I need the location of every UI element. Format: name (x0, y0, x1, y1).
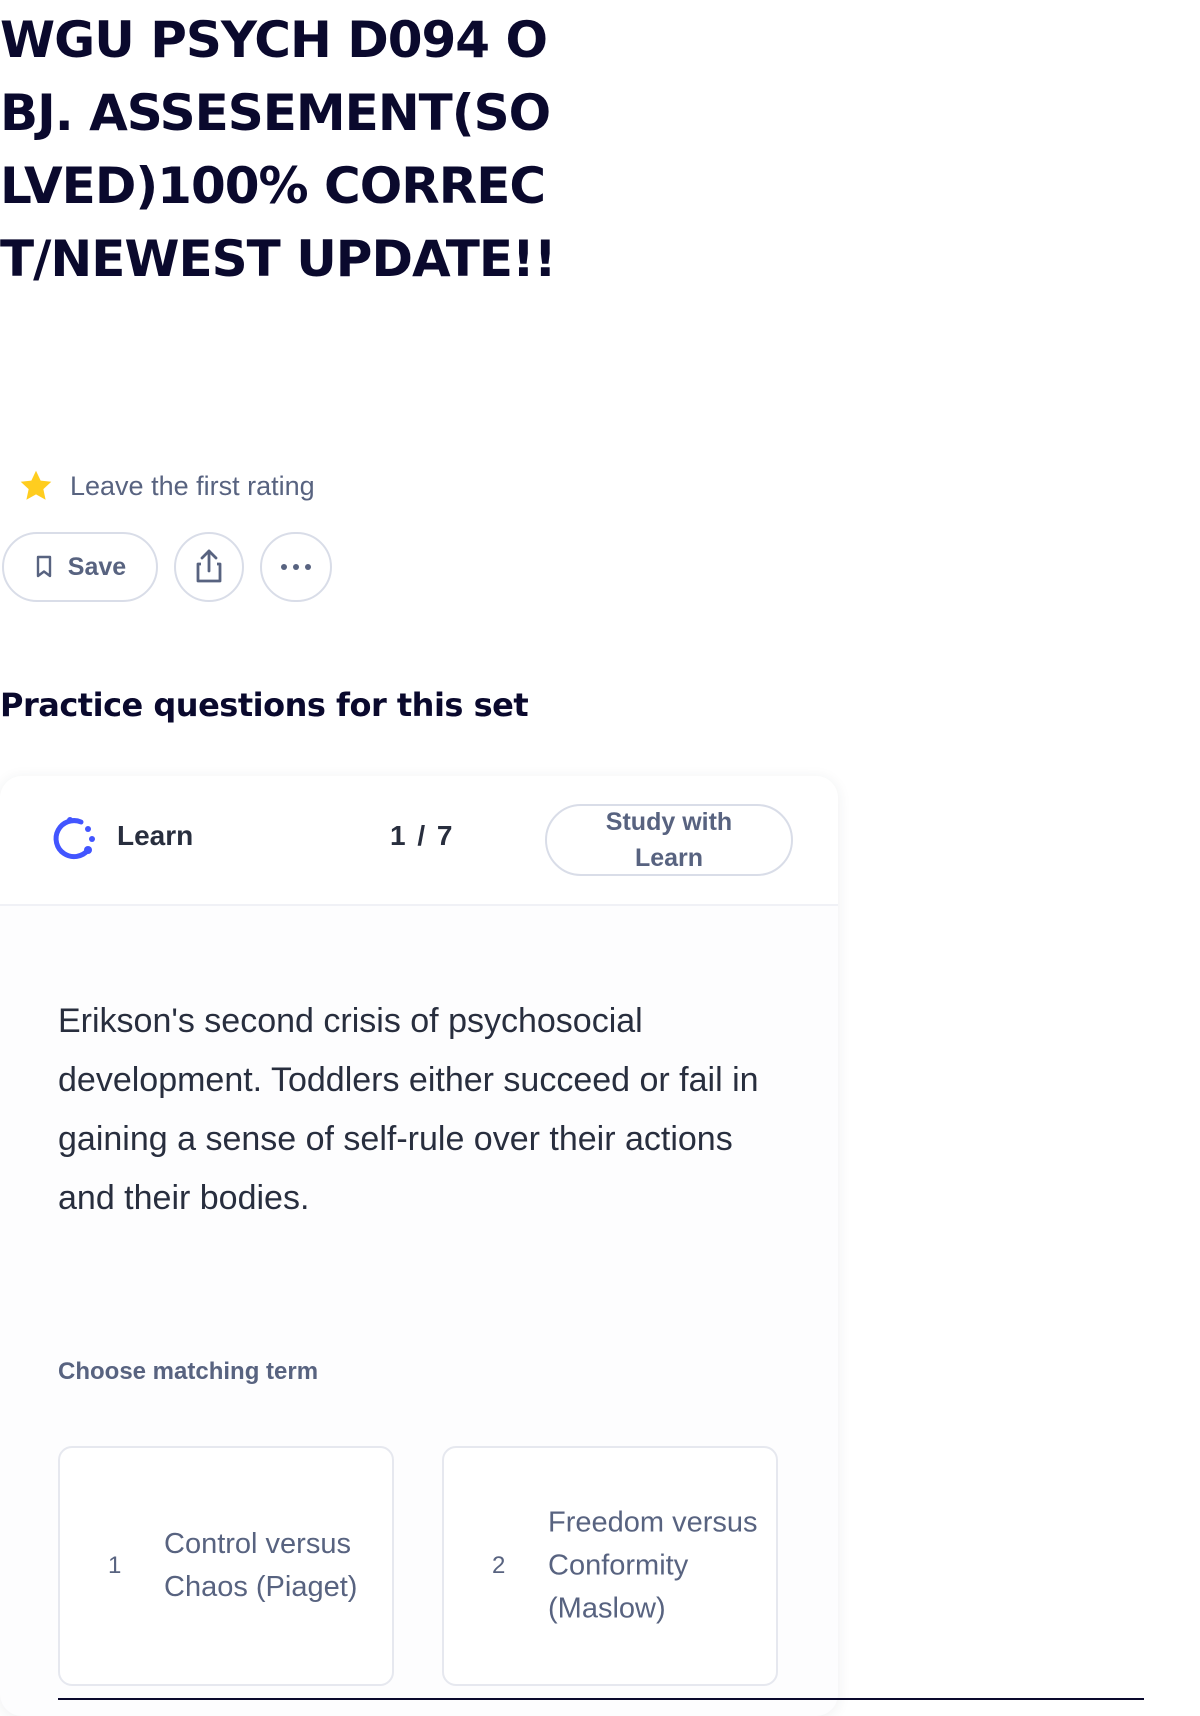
option-number: 1 (108, 1552, 122, 1579)
study-with-learn-label: Study with Learn (605, 808, 733, 872)
practice-card-header: Learn 1 / 7 Study with Learn (0, 776, 838, 906)
bookmark-icon (36, 555, 51, 578)
question-definition: Erikson's second crisis of psychosocial … (58, 1002, 759, 1217)
star-icon (20, 470, 52, 500)
learn-icon (53, 817, 95, 860)
study-with-learn-button[interactable]: Study with Learn (545, 804, 793, 876)
learn-mode-label: Learn (117, 820, 194, 851)
question-prompt: Choose matching term (58, 1358, 319, 1385)
option-text: Control versus Chaos (Piaget) (164, 1528, 358, 1603)
question-progress: 1 / 7 (390, 820, 455, 851)
page-title: WGU PSYCH D094 OBJ. ASSESEMENT(SOLVED)10… (0, 11, 557, 288)
more-options-button[interactable] (260, 532, 332, 602)
rating-label: Leave the first rating (70, 470, 315, 501)
option-text: Freedom versus Conformity (Maslow) (548, 1506, 758, 1625)
rating-link[interactable]: Leave the first rating (18, 468, 315, 504)
practice-section-heading: Practice questions for this set (0, 686, 529, 724)
share-icon (196, 549, 222, 583)
answer-option-2[interactable]: 2 Freedom versus Conformity (Maslow) (442, 1446, 778, 1686)
option-number: 2 (492, 1552, 506, 1579)
practice-card: Learn 1 / 7 Study with Learn Erikson's s… (0, 776, 838, 1716)
more-icon (281, 564, 311, 570)
save-button[interactable]: Save (2, 532, 158, 602)
share-button[interactable] (174, 532, 244, 602)
answer-option-1[interactable]: 1 Control versus Chaos (Piaget) (58, 1446, 394, 1686)
save-label: Save (67, 552, 127, 581)
